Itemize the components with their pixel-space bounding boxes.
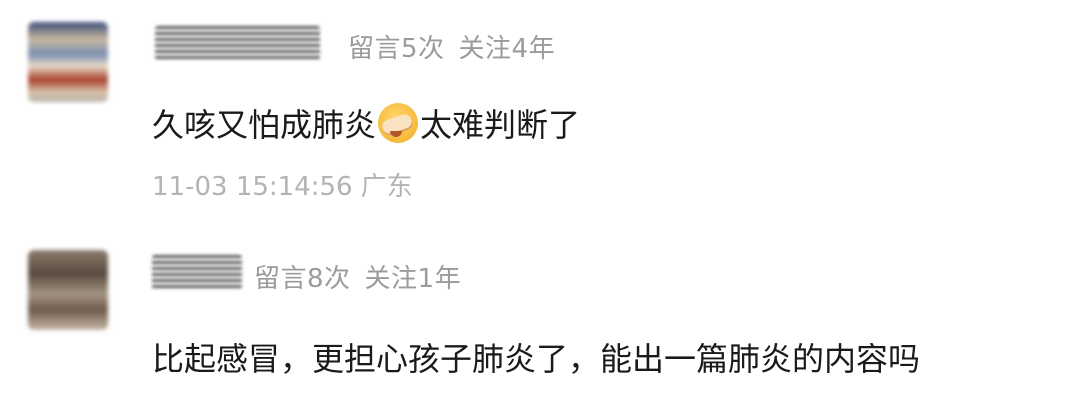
avatar[interactable] [28,250,108,330]
user-stats: 留言8次 关注1年 [254,258,461,295]
blurred-username[interactable] [152,255,242,289]
blurred-username[interactable] [155,26,320,60]
message-count: 留言5次 [348,34,445,64]
comment-text-part: 比起感冒，更担心孩子肺炎了，能出一篇肺炎的内容吗 [152,340,921,378]
comment-text-part: 太难判断了 [420,106,581,144]
location: 广东 [360,172,413,202]
follow-duration: 关注1年 [364,264,462,294]
comment-timestamp: 11-03 15:14:56 广东 [152,166,413,203]
follow-duration: 关注4年 [458,34,556,64]
comment-text: 久咳又怕成肺炎 太难判断了 [152,100,580,146]
comment-text: 比起感冒，更担心孩子肺炎了，能出一篇肺炎的内容吗 [152,334,920,380]
timestamp: 11-03 15:14:56 [152,172,353,202]
avatar[interactable] [28,22,108,102]
message-count: 留言8次 [254,264,351,294]
user-stats: 留言5次 关注4年 [348,28,555,65]
facepalm-crying-emoji-icon [378,103,419,143]
comment-text-part: 久咳又怕成肺炎 [152,106,377,144]
